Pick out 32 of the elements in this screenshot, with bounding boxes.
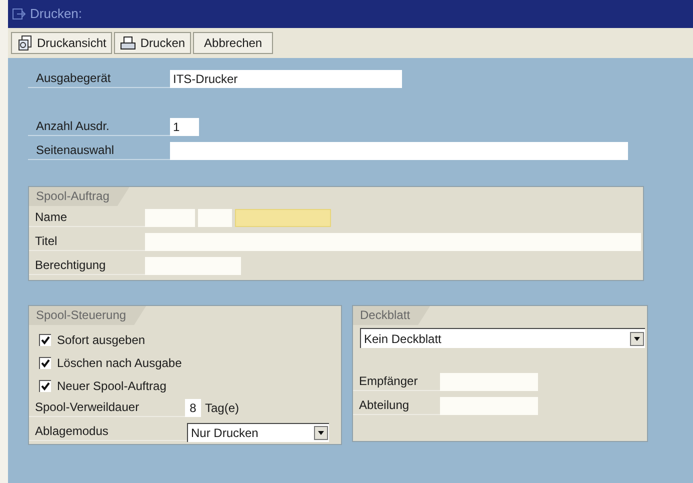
input-field[interactable] — [440, 373, 538, 391]
dropdown[interactable]: Kein Deckblatt — [360, 328, 645, 348]
checkbox[interactable] — [39, 334, 51, 346]
caret-icon — [630, 332, 644, 346]
dropdown[interactable]: Nur Drucken — [187, 422, 329, 442]
checkbox[interactable] — [39, 380, 51, 392]
window-title: Drucken: — [30, 5, 82, 24]
input-field[interactable]: 1 — [170, 118, 199, 136]
unit-label: Tag(e) — [205, 400, 240, 417]
printer-icon — [120, 36, 136, 50]
dropdown-value: Nur Drucken — [191, 424, 258, 442]
checkbox-label: Sofort ausgeben — [57, 332, 146, 348]
toolbar-button[interactable]: Drucken — [114, 32, 192, 54]
document-icon — [17, 35, 33, 51]
caret-icon — [314, 426, 328, 440]
checkbox[interactable] — [39, 356, 51, 368]
input-field[interactable] — [170, 142, 628, 160]
toolbar-button[interactable]: Abbrechen — [193, 32, 274, 54]
input-field[interactable] — [145, 209, 195, 227]
input-field[interactable] — [235, 209, 331, 227]
input-field[interactable] — [440, 397, 538, 415]
window-icon — [12, 8, 26, 20]
input-field[interactable]: ITS-Drucker — [170, 70, 402, 88]
toolbar-button[interactable]: Druckansicht — [11, 32, 112, 54]
checkbox-label: Neuer Spool-Auftrag — [57, 378, 166, 394]
field-label: Spool-Verweildauer — [29, 399, 185, 417]
input-field[interactable] — [145, 233, 641, 251]
input-field[interactable] — [198, 209, 232, 227]
dropdown-value: Kein Deckblatt — [364, 330, 442, 348]
input-field[interactable]: 8 — [185, 399, 201, 417]
input-field[interactable] — [145, 257, 241, 275]
checkbox-label: Löschen nach Ausgabe — [57, 354, 182, 372]
